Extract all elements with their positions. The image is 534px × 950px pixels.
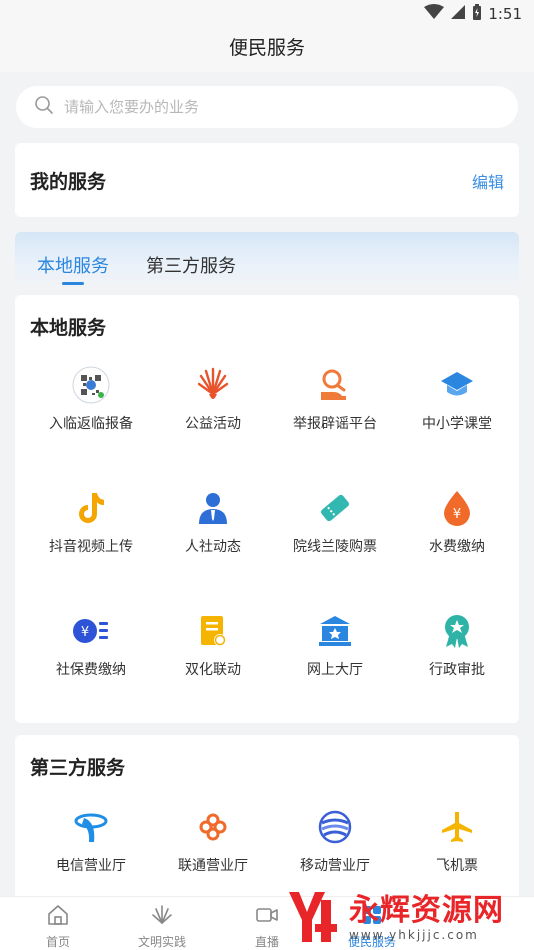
status-bar: 1:51 (0, 0, 534, 28)
local-service-card: 本地服务 入临返临报备 公益活动 举报辟谣平台 中小学课堂 抖音视频上传 人社动… (15, 295, 519, 723)
nav-home[interactable]: 首页 (13, 903, 103, 950)
service-item-admin-approval[interactable]: 行政审批 (396, 611, 518, 679)
document-icon (193, 611, 233, 651)
page-title: 便民服务 (0, 28, 534, 72)
service-item-mobile[interactable]: 移动营业厅 (274, 807, 396, 875)
service-item-social-security[interactable]: ¥ 社保费缴纳 (30, 611, 152, 679)
service-label: 入临返临报备 (49, 416, 133, 432)
service-item-charity[interactable]: 公益活动 (152, 365, 274, 433)
water-drop-icon: ¥ (437, 488, 477, 528)
tab-third-party-service[interactable]: 第三方服务 (146, 252, 236, 278)
service-label: 水费缴纳 (429, 539, 485, 555)
search-input[interactable] (64, 98, 484, 116)
service-item-water-fee[interactable]: ¥ 水费缴纳 (396, 488, 518, 556)
search-icon (34, 95, 54, 119)
nav-label: 文明实践 (137, 935, 186, 949)
service-label: 网上大厅 (307, 662, 363, 678)
nav-label: 首页 (45, 935, 70, 949)
report-icon (315, 365, 355, 405)
service-label: 联通营业厅 (178, 858, 248, 874)
search-area (0, 72, 534, 132)
clock: 1:51 (488, 5, 522, 23)
fan-icon (193, 365, 233, 405)
video-icon (255, 908, 279, 931)
watermark-text: 永辉资源网 (349, 893, 504, 928)
tab-active-indicator (62, 282, 84, 285)
yuan-coin-icon: ¥ (71, 611, 111, 651)
service-item-school-class[interactable]: 中小学课堂 (396, 365, 518, 433)
service-item-telecom[interactable]: 电信营业厅 (30, 807, 152, 875)
service-label: 飞机票 (436, 858, 478, 874)
service-item-air-ticket[interactable]: 飞机票 (396, 807, 518, 875)
service-item-entry-report[interactable]: 入临返临报备 (30, 365, 152, 433)
service-label: 中小学课堂 (422, 416, 492, 432)
service-label: 举报辟谣平台 (293, 416, 377, 432)
service-item-cinema-ticket[interactable]: 院线兰陵购票 (274, 488, 396, 556)
hall-icon (315, 611, 355, 651)
service-label: 行政审批 (429, 662, 485, 678)
service-item-unicom[interactable]: 联通营业厅 (152, 807, 274, 875)
telecom-icon (71, 807, 111, 847)
my-service-card: 我的服务 编辑 (15, 143, 519, 217)
mobile-icon (315, 807, 355, 847)
nav-civilization-practice[interactable]: 文明实践 (117, 903, 207, 950)
badge-icon (437, 611, 477, 651)
service-label: 人社动态 (185, 539, 241, 555)
person-icon (193, 488, 233, 528)
watermark: 永辉资源网 www.yhkjjjc.com (285, 886, 534, 950)
service-label: 院线兰陵购票 (293, 539, 377, 555)
service-label: 公益活动 (185, 416, 241, 432)
tiktok-icon (71, 488, 111, 528)
service-item-rumor-report[interactable]: 举报辟谣平台 (274, 365, 396, 433)
signal-icon (450, 4, 466, 24)
service-item-douyin-upload[interactable]: 抖音视频上传 (30, 488, 152, 556)
battery-icon (472, 3, 482, 25)
flower-icon (150, 905, 174, 931)
wifi-icon (424, 4, 445, 24)
service-item-hr-news[interactable]: 人社动态 (152, 488, 274, 556)
unicom-icon (193, 807, 233, 847)
qr-code-icon (71, 365, 111, 405)
service-label: 抖音视频上传 (49, 539, 133, 555)
svg-text:¥: ¥ (453, 507, 461, 522)
service-label: 移动营业厅 (300, 858, 370, 874)
watermark-url: www.yhkjjjc.com (349, 928, 479, 942)
service-label: 社保费缴纳 (56, 662, 126, 678)
my-service-title: 我的服务 (30, 171, 107, 193)
home-icon (46, 905, 70, 931)
service-item-dual-linkage[interactable]: 双化联动 (152, 611, 274, 679)
search-bar[interactable] (16, 86, 518, 128)
graduation-cap-icon (437, 365, 477, 405)
local-service-title: 本地服务 (30, 317, 107, 339)
watermark-logo (285, 886, 341, 950)
third-party-service-card: 第三方服务 电信营业厅 联通营业厅 移动营业厅 飞机票 (15, 735, 519, 900)
third-party-service-title: 第三方服务 (30, 757, 126, 779)
ticket-icon (315, 488, 355, 528)
edit-button[interactable]: 编辑 (472, 169, 504, 193)
airplane-icon (437, 807, 477, 847)
service-tabs: 本地服务 第三方服务 (15, 232, 519, 288)
service-label: 双化联动 (185, 662, 241, 678)
svg-text:¥: ¥ (81, 625, 89, 640)
service-item-online-hall[interactable]: 网上大厅 (274, 611, 396, 679)
tab-local-service[interactable]: 本地服务 (37, 252, 109, 278)
service-label: 电信营业厅 (56, 858, 126, 874)
